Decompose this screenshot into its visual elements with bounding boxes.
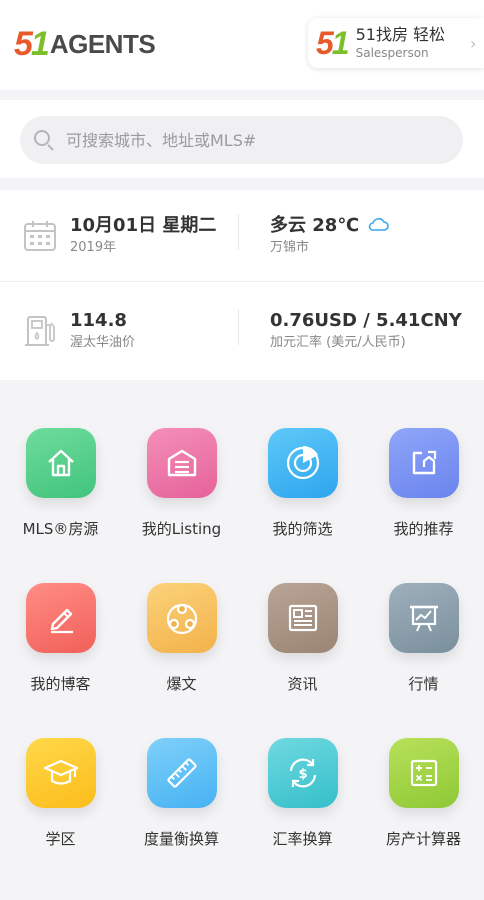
exchange-rate-card[interactable]: 0.76USD / 5.41CNY 加元汇率 (美元/人民币)	[270, 285, 480, 377]
tile-my-listing[interactable]: 我的Listing	[121, 390, 242, 540]
date-text: 10月01日 星期二	[70, 215, 217, 236]
tile-label: 行情	[408, 675, 439, 693]
network-icon	[146, 583, 217, 653]
radar-icon	[267, 428, 338, 498]
search-bar[interactable]	[20, 116, 463, 164]
tile-label: 汇率换算	[272, 830, 333, 848]
tile-label: 房产计算器	[385, 830, 461, 848]
divider	[238, 309, 239, 345]
cloud-icon	[367, 214, 390, 238]
tile-label: 我的推荐	[393, 520, 454, 538]
gas-price-card[interactable]: 114.8 渥太华油价	[22, 285, 238, 377]
city-text: 万锦市	[270, 240, 310, 255]
logo-text: AGENTS	[49, 28, 156, 59]
tile-my-blog[interactable]: 我的博客	[0, 545, 121, 695]
search-input[interactable]	[66, 130, 426, 150]
app-logo: 51 AGENTS	[14, 25, 156, 63]
weather-card[interactable]: 多云 28℃ 万锦市	[270, 190, 480, 282]
calendar-icon	[22, 218, 58, 254]
search-icon	[34, 130, 54, 151]
tile-label: 我的Listing	[141, 520, 222, 538]
tile-label: MLS®房源	[22, 520, 99, 538]
chevron-right-icon: ›	[470, 33, 477, 53]
account-info: 51找房 轻松 Salesperson	[356, 25, 470, 61]
info-panel: 10月01日 星期二 2019年 多云 28℃ 万锦市 114.8 渥太华油价 …	[0, 190, 484, 380]
exchange-rate-label: 加元汇率 (美元/人民币)	[270, 335, 406, 350]
exchange-rate-value: 0.76USD / 5.41CNY	[270, 310, 462, 331]
tile-my-filters[interactable]: 我的筛选	[242, 390, 363, 540]
tile-mls-listings[interactable]: MLS®房源	[0, 390, 121, 540]
tile-label: 我的博客	[30, 675, 91, 693]
tile-label: 学区	[45, 830, 76, 848]
tile-label: 我的筛选	[272, 520, 333, 538]
account-name: 51找房 轻松	[355, 25, 446, 44]
info-row-gas-fx: 114.8 渥太华油价 0.76USD / 5.41CNY 加元汇率 (美元/人…	[0, 285, 484, 377]
logo-mark: 51	[14, 25, 50, 63]
tile-unit-converter[interactable]: 度量衡换算	[121, 700, 242, 850]
year-text: 2019年	[70, 240, 117, 255]
weather-line: 多云 28℃	[270, 214, 390, 238]
tile-news[interactable]: 资讯	[242, 545, 363, 695]
tile-label: 爆文	[166, 675, 197, 693]
tile-school-district[interactable]: 学区	[0, 700, 121, 850]
search-section	[0, 100, 484, 178]
account-switcher[interactable]: 51 51找房 轻松 Salesperson ›	[308, 18, 484, 68]
pencil-icon	[25, 583, 96, 653]
tile-viral-articles[interactable]: 爆文	[121, 545, 242, 695]
garage-icon	[146, 428, 217, 498]
newspaper-icon	[267, 583, 338, 653]
info-row-date-weather: 10月01日 星期二 2019年 多云 28℃ 万锦市	[0, 190, 484, 282]
gas-pump-icon	[22, 313, 58, 349]
calculator-icon	[388, 738, 459, 808]
tile-currency-exchange[interactable]: $ 汇率换算	[242, 700, 363, 850]
gas-price-value: 114.8	[70, 310, 127, 331]
currency-exchange-icon: $	[267, 738, 338, 808]
weather-text: 多云 28℃	[270, 215, 360, 236]
account-role: Salesperson	[355, 46, 429, 60]
date-card[interactable]: 10月01日 星期二 2019年	[22, 190, 238, 282]
app-header: 51 AGENTS 51 51找房 轻松 Salesperson ›	[0, 0, 484, 90]
ruler-icon	[146, 738, 217, 808]
tile-label: 资讯	[287, 675, 318, 693]
svg-text:$: $	[298, 767, 307, 782]
house-icon	[25, 428, 96, 498]
share-icon	[388, 428, 459, 498]
tile-my-recommendations[interactable]: 我的推荐	[363, 390, 484, 540]
account-logo: 51	[316, 25, 350, 61]
presentation-chart-icon	[388, 583, 459, 653]
divider	[238, 214, 239, 250]
graduation-cap-icon	[25, 738, 96, 808]
tile-label: 度量衡换算	[143, 830, 219, 848]
tile-market-trends[interactable]: 行情	[363, 545, 484, 695]
gas-price-label: 渥太华油价	[70, 335, 136, 350]
tile-property-calculator[interactable]: 房产计算器	[363, 700, 484, 850]
